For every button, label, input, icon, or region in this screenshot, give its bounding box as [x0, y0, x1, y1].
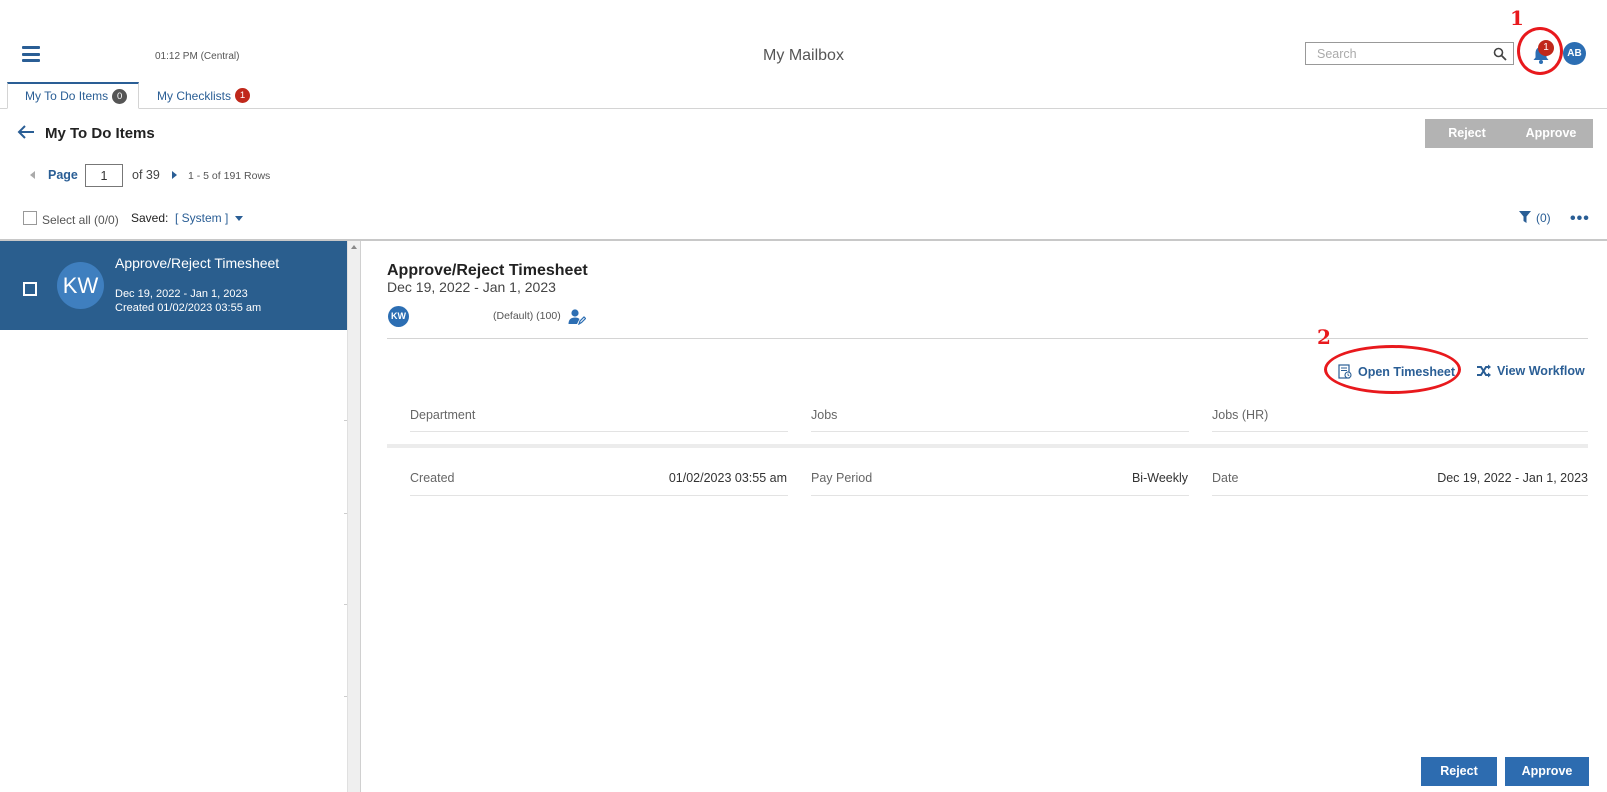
current-time: 01:12 PM (Central) — [155, 51, 240, 62]
detail-default-text: (Default) (100) — [493, 310, 561, 322]
section-separator — [387, 444, 1588, 448]
reject-button-top[interactable]: Reject — [1425, 119, 1509, 148]
divider — [344, 513, 347, 514]
timesheet-icon — [1338, 364, 1352, 379]
approve-button-top[interactable]: Approve — [1509, 119, 1593, 148]
select-all-label: Select all (0/0) — [42, 213, 119, 227]
divider — [387, 338, 1588, 339]
list-scrollbar[interactable] — [347, 241, 361, 792]
annotation-number-1: 1 — [1510, 6, 1524, 30]
list-item-created: Created 01/02/2023 03:55 am — [115, 302, 262, 314]
field-label-jobs: Jobs — [811, 408, 838, 422]
approve-button[interactable]: Approve — [1505, 757, 1589, 786]
detail-title: Approve/Reject Timesheet — [387, 262, 588, 279]
rows-summary: 1 - 5 of 191 Rows — [188, 170, 271, 182]
workflow-icon — [1477, 364, 1491, 378]
notification-badge: 1 — [1538, 40, 1554, 56]
field-label-jobs-hr: Jobs (HR) — [1212, 408, 1269, 422]
list-item-title: Approve/Reject Timesheet — [115, 255, 280, 271]
saved-label: Saved: — [131, 211, 169, 225]
tab-my-checklists[interactable]: My Checklists 1 — [157, 82, 251, 109]
divider — [410, 495, 788, 496]
field-label-department: Department — [410, 408, 476, 422]
field-value-pay-period: Bi-Weekly — [1131, 471, 1188, 485]
divider — [1212, 495, 1588, 496]
filter-count[interactable]: (0) — [1536, 211, 1551, 225]
page-total: of 39 — [132, 168, 160, 182]
page-number-input[interactable] — [85, 164, 123, 187]
filter-icon[interactable] — [1519, 211, 1531, 223]
section-title: My To Do Items — [45, 125, 155, 142]
user-avatar[interactable]: AB — [1563, 42, 1586, 65]
next-page-icon[interactable] — [172, 171, 177, 179]
divider — [344, 420, 347, 421]
more-options-icon[interactable]: ••• — [1570, 210, 1590, 228]
divider — [344, 604, 347, 605]
reject-button[interactable]: Reject — [1421, 757, 1497, 786]
divider — [811, 431, 1189, 432]
tab-label: My To Do Items — [25, 89, 109, 103]
open-timesheet-label: Open Timesheet — [1358, 364, 1456, 379]
scroll-up-icon[interactable] — [351, 245, 357, 249]
divider — [410, 431, 788, 432]
chevron-down-icon[interactable] — [235, 216, 243, 221]
field-label-pay-period: Pay Period — [811, 471, 873, 485]
person-edit-icon[interactable] — [568, 308, 586, 325]
field-label-created: Created — [410, 471, 455, 485]
view-workflow-label: View Workflow — [1497, 364, 1585, 378]
view-workflow-link[interactable]: View Workflow — [1476, 364, 1585, 378]
search-input[interactable] — [1306, 43, 1486, 64]
divider — [1212, 431, 1588, 432]
avatar: KW — [57, 262, 104, 309]
select-all-checkbox[interactable] — [23, 211, 37, 225]
divider — [344, 696, 347, 697]
divider — [811, 495, 1189, 496]
field-value-date: Dec 19, 2022 - Jan 1, 2023 — [1437, 471, 1588, 485]
saved-view-dropdown[interactable]: [ System ] — [175, 211, 228, 225]
tab-my-to-do-items[interactable]: My To Do Items 0 — [7, 82, 139, 109]
open-timesheet-link[interactable]: Open Timesheet — [1338, 364, 1455, 379]
field-value-created: 01/02/2023 03:55 am — [668, 471, 787, 485]
page-label: Page — [48, 168, 78, 182]
annotation-number-2: 2 — [1317, 325, 1331, 349]
detail-date-range: Dec 19, 2022 - Jan 1, 2023 — [387, 279, 556, 295]
tab-count-badge: 0 — [112, 88, 128, 104]
back-arrow-icon[interactable] — [17, 125, 35, 139]
list-item-dates: Dec 19, 2022 - Jan 1, 2023 — [115, 288, 248, 300]
hamburger-menu-icon[interactable] — [22, 46, 40, 62]
search-icon[interactable] — [1493, 47, 1507, 61]
list-item-checkbox[interactable] — [23, 282, 37, 296]
prev-page-icon[interactable] — [30, 171, 35, 179]
field-label-date: Date — [1212, 471, 1239, 485]
tab-label: My Checklists — [157, 88, 232, 103]
tab-count-badge: 1 — [235, 88, 251, 103]
avatar: KW — [388, 306, 409, 327]
search-box[interactable] — [1305, 42, 1514, 65]
